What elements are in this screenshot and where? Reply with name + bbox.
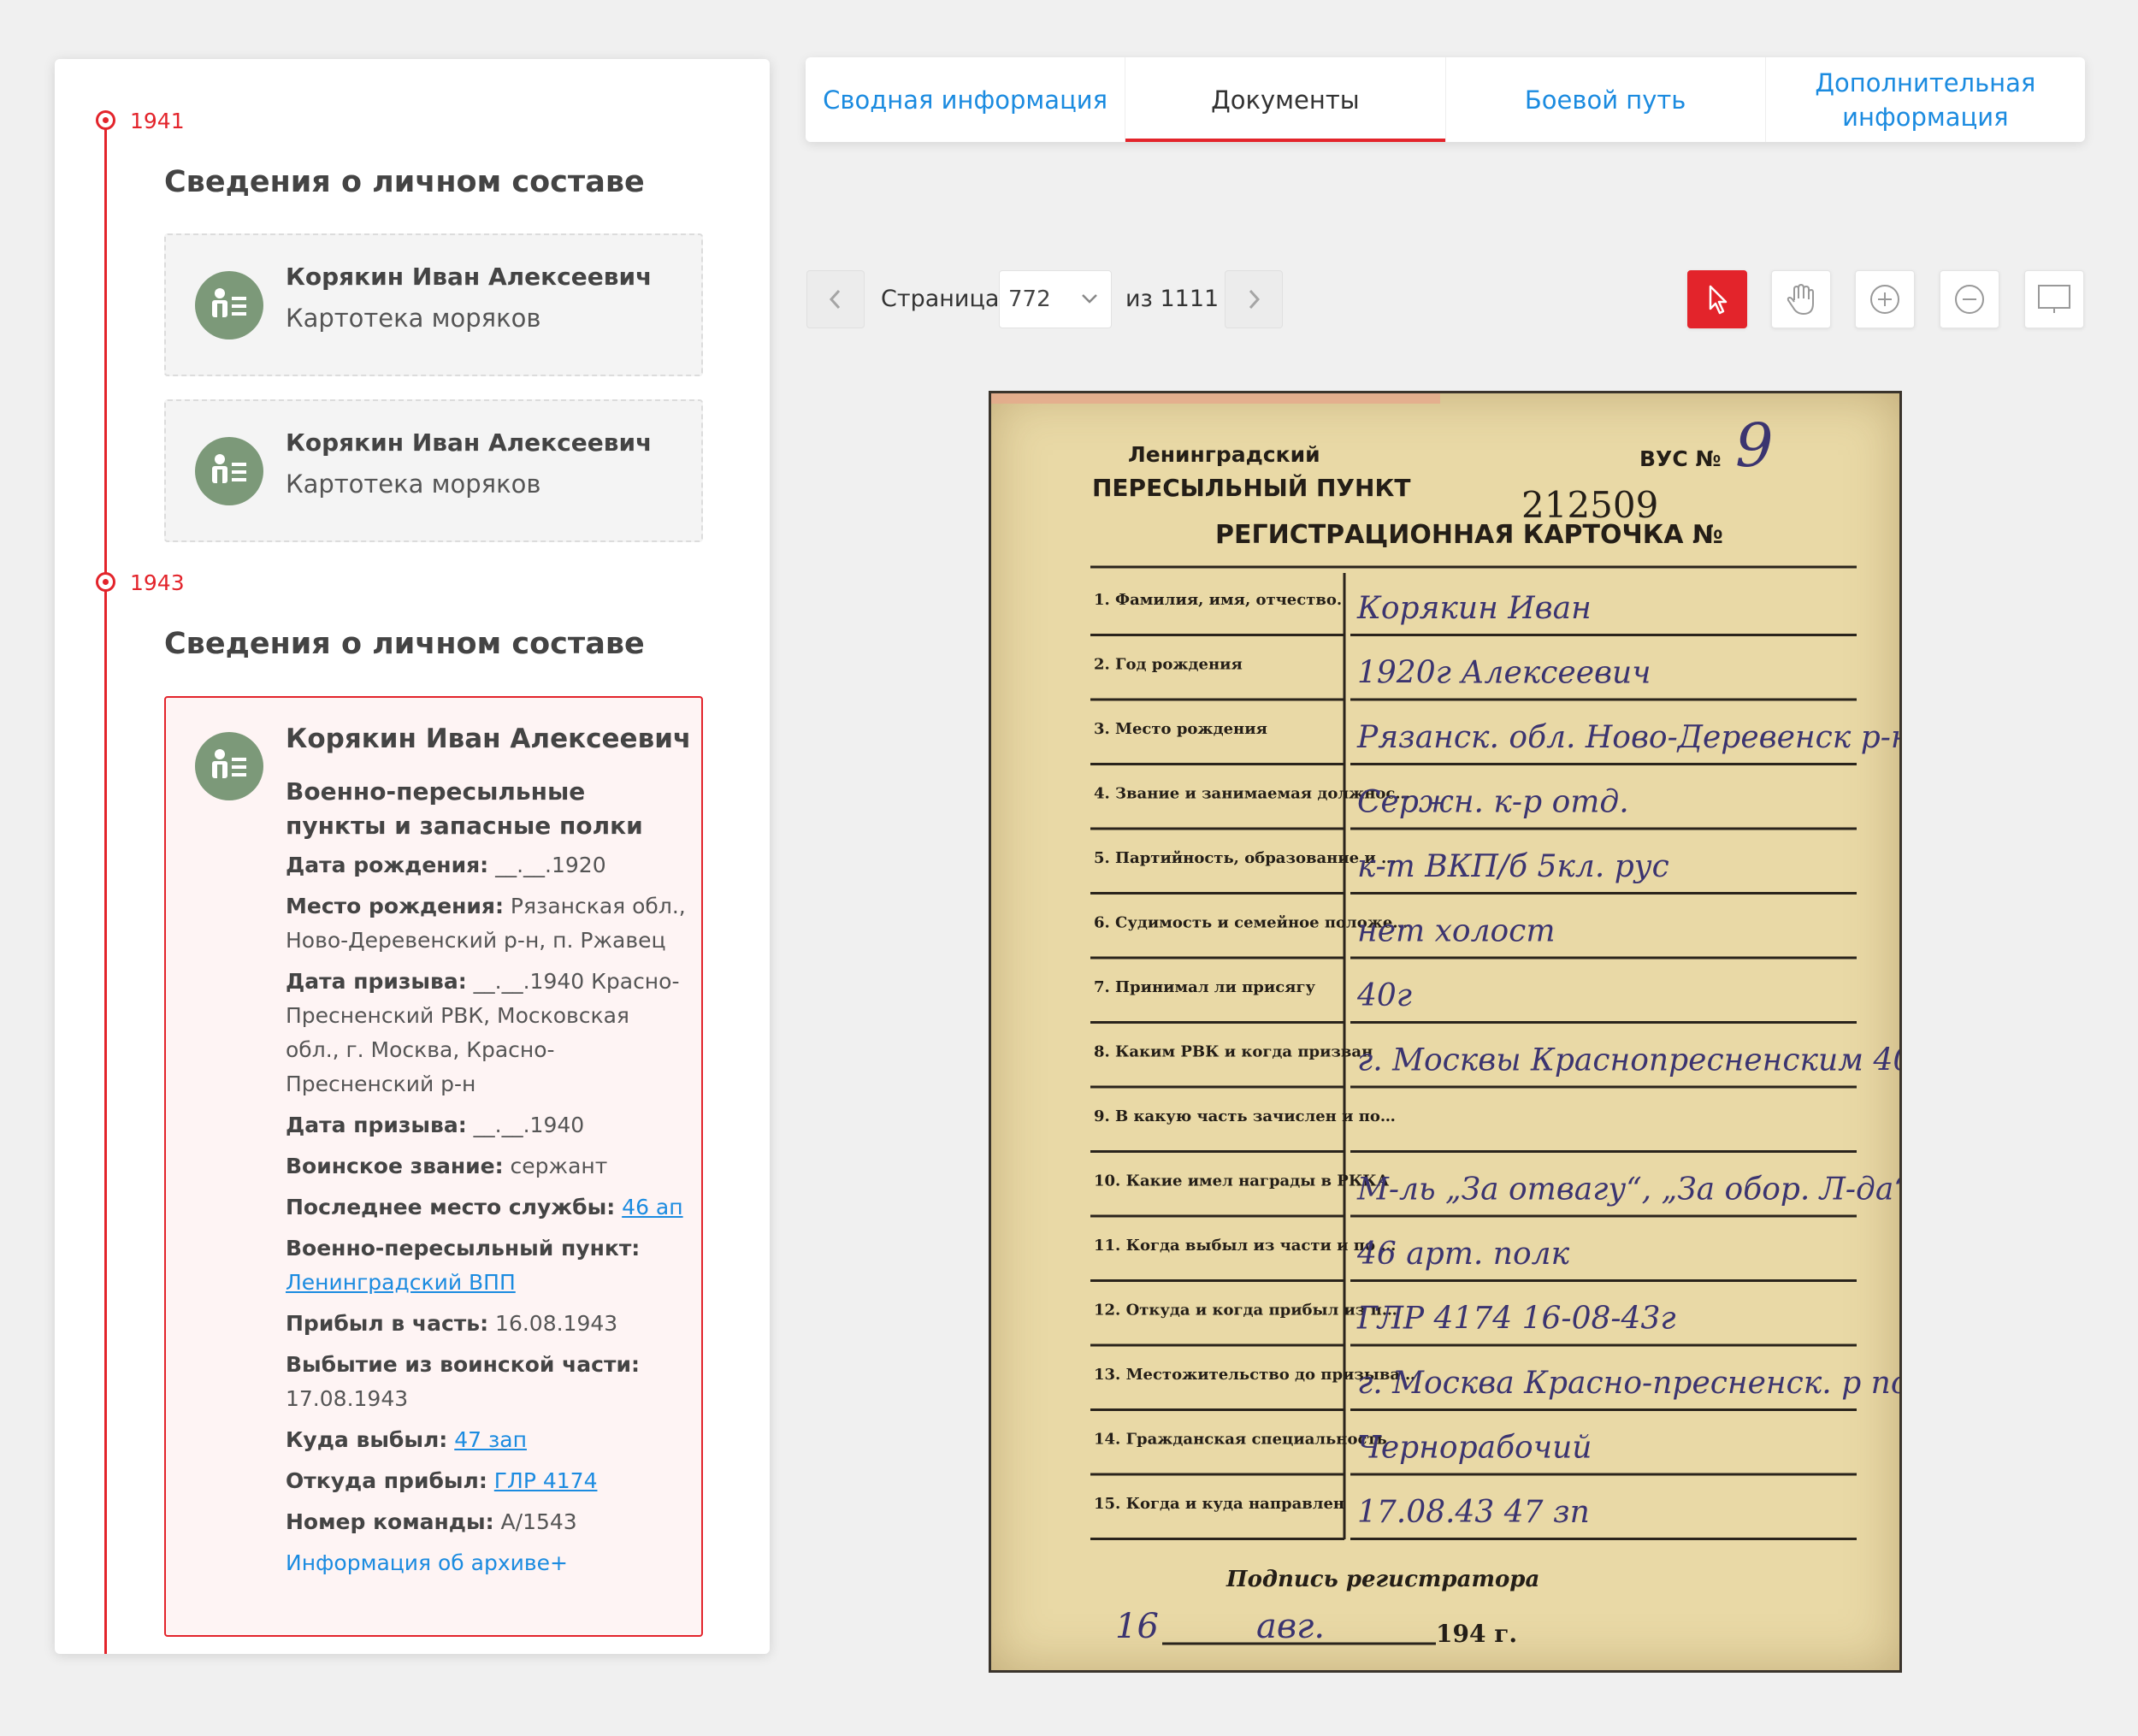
field-arrived-from: Откуда прибыл: ГЛР 4174 (286, 1468, 598, 1493)
field-draft-date: Дата призыва: __.__.1940 (286, 1113, 585, 1137)
zoom-in-icon (1870, 285, 1899, 314)
hand-tool-button[interactable] (1771, 270, 1831, 328)
field-team-number: Номер команды: А/1543 (286, 1509, 577, 1534)
record-card[interactable]: Корякин Иван Алексеевич Картотека моряко… (164, 233, 703, 376)
doc-date-year: 194 г. (1436, 1620, 1517, 1648)
doc-row-answer: нет холост (1357, 914, 1555, 949)
timeline-panel: 1941 Сведения о личном составе Корякин И… (55, 59, 770, 1654)
card-name: Корякин Иван Алексеевич (286, 428, 653, 457)
hand-icon (1787, 283, 1814, 316)
zoom-in-button[interactable] (1855, 270, 1915, 328)
section-title: Сведения о личном составе (164, 627, 645, 661)
transit-point-link[interactable]: Ленинградский ВПП (286, 1270, 516, 1295)
doc-row-answer: Рязанск. обл. Ново-Деревенск р-н пос. Рж… (1356, 720, 1899, 755)
tab-combat-path[interactable]: Боевой путь (1446, 57, 1766, 142)
doc-row-answer: Чернорабочий (1357, 1431, 1592, 1466)
doc-row-answer: Сержн. к-р отд. (1357, 785, 1629, 820)
pointer-icon (1709, 285, 1728, 315)
doc-header: Ленинградский (1128, 442, 1320, 467)
tab-bar: Сводная информация Документы Боевой путь… (806, 57, 2085, 142)
timeline-line (104, 121, 107, 1654)
field-birth-date: Дата рождения: __.__.1920 (286, 853, 606, 877)
page-select[interactable]: 772 (999, 270, 1112, 328)
tab-summary[interactable]: Сводная информация (806, 57, 1126, 142)
page-current: 772 (1008, 286, 1051, 312)
card-name: Корякин Иван Алексеевич (286, 263, 653, 291)
doc-vus-label: ВУС № (1639, 446, 1721, 471)
person-card-icon (195, 732, 263, 800)
timeline-year: 1943 (130, 570, 185, 595)
doc-row-answer: г. Москва Красно-пресненск. р пос. Шмели… (1357, 1366, 1899, 1401)
doc-row-answer: 17.08.43 47 зп (1357, 1495, 1590, 1530)
doc-row-question: 10. Какие имел награды в РККА (1094, 1172, 1390, 1190)
doc-row-answer: ГЛР 4174 16-08-43г (1356, 1302, 1676, 1337)
doc-row-answer: к-т ВКП/б 5кл. рус (1357, 849, 1669, 884)
document-image[interactable]: Ленинградский ПЕРЕСЫЛЬНЫЙ ПУНКТ ВУС № 9 РЕГИ… (989, 391, 1902, 1673)
next-page-button[interactable] (1225, 270, 1283, 328)
field-transit-point: Военно-пересыльный пункт: Ленинградский В… (286, 1236, 641, 1295)
doc-row-question: 5. Партийность, образование и … (1094, 849, 1397, 867)
doc-date-day: 16 (1115, 1607, 1159, 1646)
person-card-icon (195, 271, 263, 340)
field-departed: Выбытие из воинской части: 17.08.1943 (286, 1352, 640, 1411)
chevron-right-icon (1249, 289, 1261, 310)
doc-row-question: 15. Когда и куда направлен (1094, 1495, 1344, 1513)
card-name: Корякин Иван Алексеевич (286, 723, 692, 754)
record-fields: Дата рождения: __.__.1920 Место рождения… (286, 848, 688, 1580)
pointer-tool-button[interactable] (1687, 270, 1747, 328)
timeline-dot-1941 (96, 110, 115, 130)
card-source: Картотека моряков (286, 469, 541, 499)
doc-row-answer: 46 арт. полк (1356, 1237, 1570, 1272)
arrived-from-link[interactable]: ГЛР 4174 (494, 1468, 598, 1493)
doc-row-question: 9. В какую часть зачислен и по… (1094, 1107, 1396, 1125)
departed-to-link[interactable]: 47 зап (454, 1427, 527, 1452)
tab-additional[interactable]: Дополнительная информация (1766, 57, 2085, 142)
doc-header: ПЕРЕСЫЛЬНЫЙ ПУНКТ (1092, 473, 1410, 502)
field-arrived: Прибыл в часть: 16.08.1943 (286, 1311, 618, 1336)
tab-documents[interactable]: Документы (1125, 57, 1446, 142)
card-source: Военно-пересыльные пункты и запасные пол… (286, 777, 643, 840)
archive-info-link[interactable]: Информация об архиве+ (286, 1546, 688, 1580)
field-draft-date: Дата призыва: __.__.1940 Красно-Пресненс… (286, 969, 680, 1096)
doc-row-question: 11. Когда выбыл из части и по … (1094, 1237, 1396, 1255)
zoom-out-button[interactable] (1940, 270, 1999, 328)
section-title: Сведения о личном составе (164, 165, 645, 199)
doc-date-month: авг. (1256, 1607, 1325, 1646)
doc-signature-label: Подпись регистратора (1226, 1567, 1539, 1592)
doc-row-question: 1. Фамилия, имя, отчество. (1094, 591, 1342, 609)
field-rank: Воинское звание: сержант (286, 1154, 608, 1178)
zoom-out-icon (1955, 285, 1984, 314)
doc-row-answer: 1920г Алексеевич (1357, 656, 1651, 691)
field-last-service: Последнее место службы: 46 ап (286, 1195, 683, 1219)
doc-row-answer: Корякин Иван (1356, 591, 1592, 626)
doc-number: 212509 (1521, 484, 1658, 526)
doc-vus-number: 9 (1735, 410, 1774, 481)
doc-row-question: 3. Место рождения (1094, 720, 1267, 738)
person-card-icon (195, 437, 263, 505)
doc-row-question: 2. Год рождения (1094, 656, 1243, 674)
page-total: из 1111 (1125, 286, 1220, 312)
chevron-left-icon (829, 289, 841, 310)
last-service-link[interactable]: 46 ап (622, 1195, 682, 1219)
record-card[interactable]: Корякин Иван Алексеевич Картотека моряко… (164, 399, 703, 542)
doc-row-question: 7. Принимал ли присягу (1094, 978, 1315, 996)
prev-page-button[interactable] (806, 270, 865, 328)
doc-row-answer: 40г (1356, 978, 1412, 1013)
fullscreen-button[interactable] (2024, 270, 2084, 328)
doc-row-answer: М-ль „За отвагу“, „За обор. Л-да“ (1356, 1172, 1899, 1208)
page-label: Страница: (881, 286, 1007, 312)
timeline-year: 1941 (130, 109, 185, 133)
doc-row-question: 8. Каким РВК и когда призван (1094, 1043, 1373, 1061)
chevron-down-icon (1082, 294, 1097, 304)
doc-row-question: 14. Гражданская специальность (1094, 1431, 1387, 1449)
field-birth-place: Место рождения: Рязанская обл., Ново-Дер… (286, 894, 686, 953)
card-source: Картотека моряков (286, 304, 541, 333)
monitor-icon (2038, 285, 2070, 313)
record-card-active[interactable]: Корякин Иван Алексеевич Военно-пересыльн… (164, 696, 703, 1637)
timeline-dot-1943 (96, 572, 115, 592)
doc-row-answer: г. Москвы Краснопресненским 40г (1357, 1043, 1899, 1078)
doc-row-question: 12. Откуда и когда прибыл из п… (1094, 1302, 1397, 1320)
field-departed-to: Куда выбыл: 47 зап (286, 1427, 527, 1452)
